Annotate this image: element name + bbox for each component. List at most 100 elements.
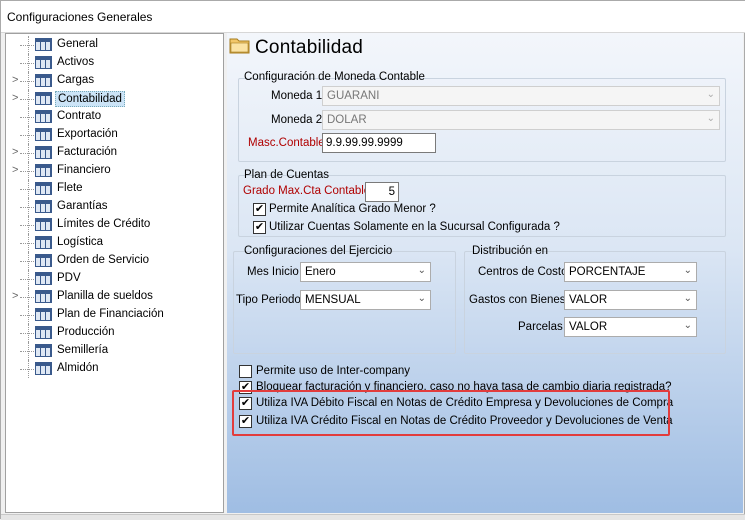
tree-item[interactable]: > Facturación bbox=[6, 144, 221, 162]
tree-item-label: Orden de Servicio bbox=[57, 254, 150, 266]
table-icon bbox=[35, 362, 52, 375]
tree-item[interactable]: General bbox=[6, 36, 221, 54]
mes-inicio-label: Mes Inicio bbox=[247, 266, 299, 278]
tree-connector bbox=[20, 99, 34, 100]
moneda1-label: Moneda 1 bbox=[271, 90, 323, 102]
analitica-label: Permite Analítica Grado Menor ? bbox=[269, 203, 436, 215]
tree-connector bbox=[20, 135, 34, 136]
table-icon bbox=[35, 308, 52, 321]
inter-company-checkbox[interactable] bbox=[239, 365, 252, 378]
tree-connector bbox=[20, 315, 34, 316]
masc-contable-input[interactable]: 9.9.99.99.9999 bbox=[322, 133, 436, 153]
folder-icon bbox=[229, 38, 250, 54]
tree-connector bbox=[20, 243, 34, 244]
tree-item-label: PDV bbox=[57, 272, 81, 284]
tree-item-label: Contabilidad bbox=[55, 91, 125, 107]
tree-item[interactable]: Logística bbox=[6, 234, 221, 252]
analitica-checkbox[interactable]: ✔ bbox=[253, 203, 266, 216]
title-bar: Configuraciones Generales bbox=[1, 1, 745, 33]
gastos-bienes-label: Gastos con Bienes bbox=[469, 294, 566, 306]
tree-item[interactable]: > Planilla de sueldos bbox=[6, 288, 221, 306]
moneda2-select[interactable]: DOLAR ⌄ bbox=[322, 110, 720, 130]
tree-item[interactable]: Flete bbox=[6, 180, 221, 198]
tipo-periodo-label: Tipo Periodo bbox=[236, 294, 301, 306]
table-icon bbox=[35, 92, 52, 105]
cuentas-sucursal-checkbox[interactable]: ✔ bbox=[253, 221, 266, 234]
tree-item-label: Facturación bbox=[57, 146, 118, 158]
configuraciones-window: Configuraciones Generales General Activos… bbox=[0, 0, 745, 520]
tree-connector bbox=[20, 297, 34, 298]
tree-item-label: Semillería bbox=[57, 344, 109, 356]
tree-item[interactable]: > Cargas bbox=[6, 72, 221, 90]
tipo-periodo-select[interactable]: MENSUAL ⌄ bbox=[300, 290, 431, 310]
table-icon bbox=[35, 38, 52, 51]
tree-connector bbox=[20, 333, 34, 334]
tree-item[interactable]: Contrato bbox=[6, 108, 221, 126]
tree-item[interactable]: Activos bbox=[6, 54, 221, 72]
tree-item-label: Activos bbox=[57, 56, 95, 68]
chevron-down-icon: ⌄ bbox=[683, 265, 692, 276]
tree-item[interactable]: Exportación bbox=[6, 126, 221, 144]
grado-max-input[interactable]: 5 bbox=[365, 182, 399, 202]
navigation-tree[interactable]: General Activos > Cargas > Contabilidad Contra… bbox=[5, 33, 224, 513]
table-icon bbox=[35, 56, 52, 69]
tree-item-label: Exportación bbox=[57, 128, 118, 140]
table-icon bbox=[35, 254, 52, 267]
tree-item[interactable]: PDV bbox=[6, 270, 221, 288]
tree-item[interactable]: > Financiero bbox=[6, 162, 221, 180]
window-title: Configuraciones Generales bbox=[7, 10, 153, 24]
tree-item-label: Garantías bbox=[57, 200, 108, 212]
parcelas-select[interactable]: VALOR ⌄ bbox=[564, 317, 697, 337]
status-bar bbox=[1, 514, 745, 520]
centros-costo-label: Centros de Costo bbox=[478, 266, 568, 278]
tree-item[interactable]: Orden de Servicio bbox=[6, 252, 221, 270]
tree-item-label: Financiero bbox=[57, 164, 111, 176]
tree-item-label: Contrato bbox=[57, 110, 102, 122]
moneda-group-title: Configuración de Moneda Contable bbox=[244, 71, 425, 83]
gastos-bienes-select[interactable]: VALOR ⌄ bbox=[564, 290, 697, 310]
tree-item[interactable]: Almidón bbox=[6, 360, 221, 378]
expand-chevron-icon[interactable]: > bbox=[12, 92, 22, 104]
expand-chevron-icon[interactable]: > bbox=[12, 290, 22, 302]
tree-connector bbox=[20, 45, 34, 46]
tree-item-label: Plan de Financiación bbox=[57, 308, 164, 320]
tree-item-label: Planilla de sueldos bbox=[57, 290, 153, 302]
table-icon bbox=[35, 272, 52, 285]
tree-connector bbox=[20, 351, 34, 352]
expand-chevron-icon[interactable]: > bbox=[12, 74, 22, 86]
tree-item[interactable]: > Contabilidad bbox=[6, 90, 221, 108]
tree-item[interactable]: Límites de Crédito bbox=[6, 216, 221, 234]
page-title: Contabilidad bbox=[255, 37, 364, 58]
tree-item[interactable]: Garantías bbox=[6, 198, 221, 216]
table-icon bbox=[35, 326, 52, 339]
tree-connector bbox=[20, 369, 34, 370]
tree-connector bbox=[20, 63, 34, 64]
table-icon bbox=[35, 218, 52, 231]
tree-item-label: Logística bbox=[57, 236, 104, 248]
moneda1-select[interactable]: GUARANI ⌄ bbox=[322, 86, 720, 106]
chevron-down-icon: ⌄ bbox=[706, 113, 715, 124]
expand-chevron-icon[interactable]: > bbox=[12, 164, 22, 176]
table-icon bbox=[35, 74, 52, 87]
tree-item[interactable]: Plan de Financiación bbox=[6, 306, 221, 324]
mes-inicio-select[interactable]: Enero ⌄ bbox=[300, 262, 431, 282]
tree-connector bbox=[20, 207, 34, 208]
tree-item-label: Flete bbox=[57, 182, 83, 194]
table-icon bbox=[35, 164, 52, 177]
tree-connector bbox=[20, 261, 34, 262]
tree-connector bbox=[20, 225, 34, 226]
chevron-down-icon: ⌄ bbox=[683, 293, 692, 304]
tree-item[interactable]: Semillería bbox=[6, 342, 221, 360]
check-icon: ✔ bbox=[254, 221, 265, 233]
tree-connector bbox=[20, 171, 34, 172]
cuentas-sucursal-label: Utilizar Cuentas Solamente en la Sucursa… bbox=[269, 221, 560, 233]
ejercicio-title: Configuraciones del Ejercicio bbox=[244, 245, 393, 257]
centros-costo-select[interactable]: PORCENTAJE ⌄ bbox=[564, 262, 697, 282]
table-icon bbox=[35, 200, 52, 213]
tree-item-label: Cargas bbox=[57, 74, 95, 86]
tree-item[interactable]: Producción bbox=[6, 324, 221, 342]
tree-item-label: Producción bbox=[57, 326, 115, 338]
tree-item-label: General bbox=[57, 38, 98, 50]
table-icon bbox=[35, 146, 52, 159]
expand-chevron-icon[interactable]: > bbox=[12, 146, 22, 158]
